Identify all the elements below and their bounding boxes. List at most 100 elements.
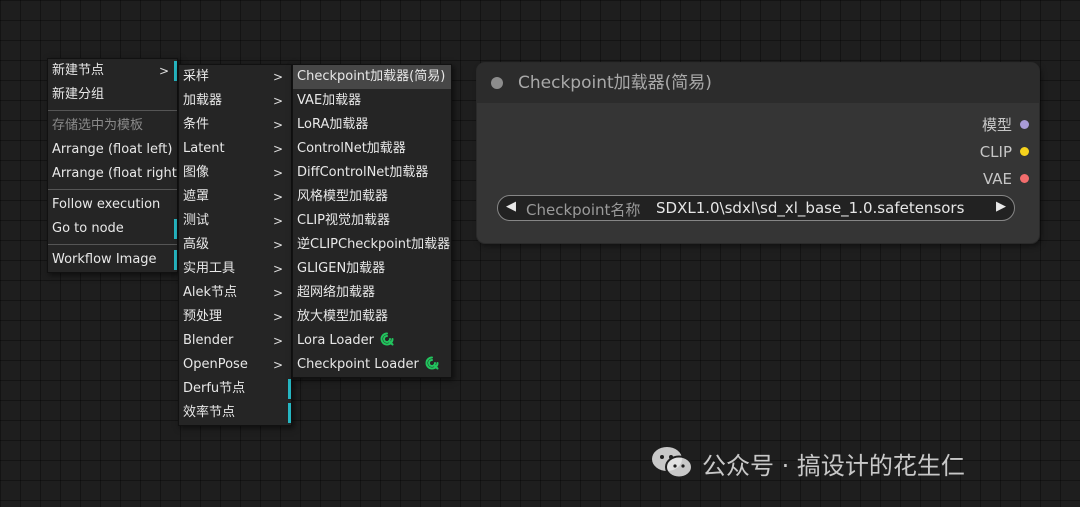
chevron-right-icon: > bbox=[272, 118, 283, 132]
watermark-text: 公众号 · 搞设计的花生仁 bbox=[702, 451, 965, 480]
menu-item-add-node[interactable]: 新建节点 > bbox=[48, 59, 177, 83]
chevron-right-icon: > bbox=[272, 286, 283, 300]
menu-item-category[interactable]: 采样 > bbox=[179, 65, 291, 89]
chevron-right-icon: > bbox=[272, 238, 283, 252]
menu-item-category[interactable]: 加载器 > bbox=[179, 89, 291, 113]
menu-item-label: 风格模型加载器 bbox=[297, 189, 389, 204]
menu-item-label: Go to node bbox=[52, 221, 124, 236]
menu-item-label: ControlNet加载器 bbox=[297, 141, 406, 156]
chevron-right-icon: > bbox=[158, 64, 169, 78]
menu-item-loader[interactable]: GLIGEN加载器 bbox=[293, 257, 451, 281]
menu-item-loader[interactable]: 逆CLIPCheckpoint加载器 bbox=[293, 233, 451, 257]
menu-item-category[interactable]: 实用工具 > bbox=[179, 257, 291, 281]
menu-item-label: 存储选中为模板 bbox=[52, 118, 144, 133]
menu-item-label: Alek节点 bbox=[183, 285, 238, 300]
menu-item-label: Blender bbox=[183, 333, 234, 348]
menu-item-loader[interactable]: 放大模型加载器 bbox=[293, 305, 451, 329]
checkpoint-loader-node[interactable]: Checkpoint加载器(简易) 模型 CLIP VAE ◀ Checkpoi… bbox=[477, 63, 1039, 243]
output-vae[interactable]: VAE bbox=[983, 169, 1029, 189]
chevron-right-icon: > bbox=[272, 70, 283, 84]
widget-value: SDXL1.0\sdxl\sd_xl_base_1.0.safetensors bbox=[656, 199, 965, 217]
category-submenu: 采样 > 加载器 > 条件 > Latent > 图像 > 遮罩 > 测试 > 高级 > 实用工具 > Alek节点… bbox=[178, 64, 292, 426]
menu-separator bbox=[48, 110, 177, 111]
menu-item-category[interactable]: 效率节点 bbox=[179, 401, 291, 425]
menu-item-label: 测试 bbox=[183, 213, 210, 228]
menu-item-label: Arrange (float right) bbox=[52, 166, 182, 181]
chevron-right-icon: > bbox=[272, 190, 283, 204]
output-slot[interactable] bbox=[1020, 173, 1029, 183]
watermark: 公众号 · 搞设计的花生仁 bbox=[650, 445, 965, 481]
menu-item-label: 图像 bbox=[183, 165, 210, 180]
menu-item-category[interactable]: 条件 > bbox=[179, 113, 291, 137]
menu-item-label: Latent bbox=[183, 141, 225, 156]
menu-item-arrange-right[interactable]: Arrange (float right) bbox=[48, 162, 182, 186]
menu-item-arrange-left[interactable]: Arrange (float left) bbox=[48, 138, 177, 162]
menu-item-label: 放大模型加载器 bbox=[297, 309, 389, 324]
menu-item-label: Lora Loader bbox=[297, 333, 374, 348]
menu-item-loader[interactable]: LoRA加载器 bbox=[293, 113, 451, 137]
node-header[interactable]: Checkpoint加载器(简易) bbox=[477, 63, 1039, 103]
menu-item-category[interactable]: Latent > bbox=[179, 137, 291, 161]
menu-item-loader[interactable]: ControlNet加载器 bbox=[293, 137, 451, 161]
output-label: CLIP bbox=[979, 143, 1012, 161]
link-icon bbox=[425, 356, 439, 370]
chevron-right-icon: > bbox=[272, 334, 283, 348]
chevron-right-icon: > bbox=[272, 310, 283, 324]
menu-item-label: 遮罩 bbox=[183, 189, 210, 204]
menu-item-label: GLIGEN加载器 bbox=[297, 261, 386, 276]
menu-item-category[interactable]: Blender > bbox=[179, 329, 291, 353]
menu-item-loader[interactable]: Lora Loader bbox=[293, 329, 451, 353]
menu-item-category[interactable]: Derfu节点 bbox=[179, 377, 291, 401]
menu-item-category[interactable]: 图像 > bbox=[179, 161, 291, 185]
menu-item-category[interactable]: 遮罩 > bbox=[179, 185, 291, 209]
menu-item-label: LoRA加载器 bbox=[297, 117, 369, 132]
menu-item-follow-execution[interactable]: Follow execution bbox=[48, 193, 177, 217]
menu-item-label: OpenPose bbox=[183, 357, 248, 372]
menu-item-category[interactable]: 测试 > bbox=[179, 209, 291, 233]
output-slot[interactable] bbox=[1020, 146, 1029, 156]
menu-item-category[interactable]: Alek节点 > bbox=[179, 281, 291, 305]
context-menu: 新建节点 > 新建分组 存储选中为模板 Arrange (float left)… bbox=[47, 58, 182, 273]
menu-item-category[interactable]: OpenPose > bbox=[179, 353, 291, 377]
output-label: 模型 bbox=[981, 116, 1012, 134]
menu-item-label: 逆CLIPCheckpoint加载器 bbox=[297, 237, 451, 252]
menu-item-add-group[interactable]: 新建分组 bbox=[48, 83, 177, 107]
menu-item-label: 加载器 bbox=[183, 93, 223, 108]
left-arrow-icon[interactable]: ◀ bbox=[506, 199, 516, 214]
menu-item-workflow-image[interactable]: Workflow Image bbox=[48, 248, 177, 272]
menu-item-label: VAE加载器 bbox=[297, 93, 362, 108]
menu-item-loader[interactable]: DiffControlNet加载器 bbox=[293, 161, 451, 185]
menu-item-loader[interactable]: Checkpoint加载器(简易) bbox=[293, 65, 451, 89]
menu-item-label: Workflow Image bbox=[52, 252, 157, 267]
menu-item-save-template: 存储选中为模板 bbox=[48, 114, 177, 138]
menu-item-loader[interactable]: 风格模型加载器 bbox=[293, 185, 451, 209]
menu-item-loader[interactable]: CLIP视觉加载器 bbox=[293, 209, 451, 233]
output-label: VAE bbox=[982, 170, 1012, 188]
link-icon bbox=[380, 332, 394, 346]
checkpoint-name-combo[interactable]: ◀ Checkpoint名称 SDXL1.0\sdxl\sd_xl_base_1… bbox=[497, 195, 1015, 221]
menu-item-go-to-node[interactable]: Go to node bbox=[48, 217, 177, 241]
output-slot[interactable] bbox=[1020, 119, 1029, 129]
menu-item-label: 超网络加载器 bbox=[297, 285, 376, 300]
right-arrow-icon[interactable]: ▶ bbox=[996, 199, 1006, 214]
menu-item-label: 新建分组 bbox=[52, 87, 105, 102]
menu-item-label: Checkpoint Loader bbox=[297, 357, 419, 372]
menu-item-label: DiffControlNet加载器 bbox=[297, 165, 429, 180]
menu-item-label: 效率节点 bbox=[183, 405, 236, 420]
chevron-right-icon: > bbox=[272, 142, 283, 156]
menu-item-loader[interactable]: VAE加载器 bbox=[293, 89, 451, 113]
menu-item-label: Arrange (float left) bbox=[52, 142, 173, 157]
output-model[interactable]: 模型 bbox=[982, 115, 1029, 135]
menu-item-category[interactable]: 高级 > bbox=[179, 233, 291, 257]
menu-item-label: 实用工具 bbox=[183, 261, 236, 276]
menu-item-label: Derfu节点 bbox=[183, 381, 246, 396]
menu-item-label: 预处理 bbox=[183, 309, 223, 324]
chevron-right-icon: > bbox=[272, 166, 283, 180]
node-collapse-dot[interactable] bbox=[491, 77, 503, 89]
menu-item-loader[interactable]: Checkpoint Loader bbox=[293, 353, 451, 377]
menu-item-category[interactable]: 预处理 > bbox=[179, 305, 291, 329]
menu-item-loader[interactable]: 超网络加载器 bbox=[293, 281, 451, 305]
chevron-right-icon: > bbox=[272, 94, 283, 108]
output-clip[interactable]: CLIP bbox=[980, 142, 1029, 162]
node-title: Checkpoint加载器(简易) bbox=[518, 73, 712, 93]
